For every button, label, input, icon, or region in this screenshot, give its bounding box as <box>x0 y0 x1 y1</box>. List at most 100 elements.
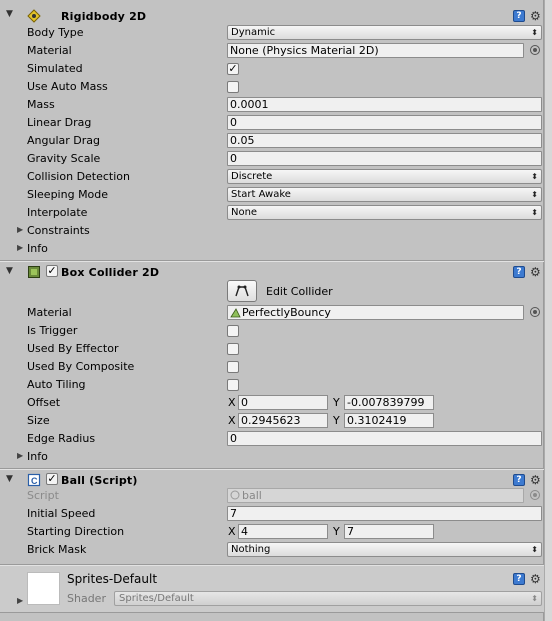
foldout-arrow-icon[interactable]: ▶ <box>17 243 23 253</box>
dropdown-arrow-icon: ⬍ <box>531 594 538 603</box>
edge-radius-field[interactable]: 0 <box>227 431 542 446</box>
sleeping-mode-dropdown[interactable]: Start Awake ⬍ <box>227 187 542 202</box>
help-icon[interactable]: ? <box>513 474 525 486</box>
used-by-effector-checkbox[interactable] <box>227 343 239 355</box>
collision-detection-row: Collision Detection Discrete ⬍ <box>0 168 544 186</box>
material-label: Material <box>27 306 72 319</box>
material-preview-thumbnail <box>27 572 60 605</box>
offset-x-field[interactable]: 0 <box>238 395 328 410</box>
linear-drag-row: Linear Drag 0 <box>0 114 544 132</box>
enabled-checkbox[interactable]: ✓ <box>46 473 58 485</box>
size-x-field[interactable]: 0.2945623 <box>238 413 328 428</box>
help-icon[interactable]: ? <box>513 266 525 278</box>
rigidbody2d-header[interactable]: ▼ Rigidbody 2D ? ⚙ <box>0 6 544 26</box>
brick-mask-dropdown[interactable]: Nothing ⬍ <box>227 542 542 557</box>
interpolate-value: None <box>231 207 258 218</box>
gear-icon[interactable]: ⚙ <box>530 573 541 585</box>
enabled-checkbox[interactable]: ✓ <box>46 265 58 277</box>
dropdown-arrow-icon: ⬍ <box>531 545 538 554</box>
box-collider-icon <box>28 266 40 278</box>
info-label: Info <box>27 242 48 255</box>
initial-speed-field[interactable]: 7 <box>227 506 542 521</box>
foldout-arrow-icon[interactable]: ▶ <box>17 451 23 461</box>
offset-row: Offset X 0 Y -0.007839799 <box>0 394 544 412</box>
edge-radius-label: Edge Radius <box>27 432 96 445</box>
constraints-foldout[interactable]: ▶ Constraints <box>0 222 544 240</box>
simulated-label: Simulated <box>27 62 83 75</box>
brick-mask-label: Brick Mask <box>27 543 87 556</box>
foldout-arrow-icon[interactable]: ▶ <box>17 225 23 235</box>
sleeping-mode-label: Sleeping Mode <box>27 188 109 201</box>
collision-detection-dropdown[interactable]: Discrete ⬍ <box>227 169 542 184</box>
used-by-effector-label: Used By Effector <box>27 342 119 355</box>
collider-info-foldout[interactable]: ▶ Info <box>0 448 544 466</box>
body-type-dropdown[interactable]: Dynamic ⬍ <box>227 25 542 40</box>
foldout-arrow-icon[interactable]: ▶ <box>17 596 23 606</box>
info-label: Info <box>27 450 48 463</box>
material-field[interactable]: None (Physics Material 2D) <box>227 43 524 58</box>
direction-x-field[interactable]: 4 <box>238 524 328 539</box>
gear-icon[interactable]: ⚙ <box>530 266 541 278</box>
interpolate-label: Interpolate <box>27 206 88 219</box>
interpolate-row: Interpolate None ⬍ <box>0 204 544 222</box>
mass-field[interactable]: 0.0001 <box>227 97 542 112</box>
sleeping-mode-row: Sleeping Mode Start Awake ⬍ <box>0 186 544 204</box>
edge-radius-row: Edge Radius 0 <box>0 430 544 448</box>
gravity-scale-field[interactable]: 0 <box>227 151 542 166</box>
starting-direction-label: Starting Direction <box>27 525 125 538</box>
component-title: Ball (Script) <box>61 474 138 487</box>
collider-material-field[interactable]: PerfectlyBouncy <box>227 305 524 320</box>
size-y-field[interactable]: 0.3102419 <box>344 413 434 428</box>
is-trigger-label: Is Trigger <box>27 324 78 337</box>
foldout-arrow-icon[interactable]: ▼ <box>6 9 13 19</box>
boxcollider2d-header[interactable]: ▼ ✓ Box Collider 2D ? ⚙ <box>0 262 544 282</box>
object-picker-icon[interactable] <box>530 45 540 55</box>
material-title: Sprites-Default <box>67 572 158 586</box>
angular-drag-field[interactable]: 0.05 <box>227 133 542 148</box>
mass-row: Mass 0.0001 <box>0 96 544 114</box>
foldout-arrow-icon[interactable]: ▼ <box>6 266 13 276</box>
foldout-arrow-icon[interactable]: ▼ <box>6 474 13 484</box>
object-picker-icon[interactable] <box>530 307 540 317</box>
body-type-row: Body Type Dynamic ⬍ <box>0 24 544 42</box>
simulated-checkbox[interactable]: ✓ <box>227 63 239 75</box>
collision-detection-value: Discrete <box>231 171 273 182</box>
direction-y-field[interactable]: 7 <box>344 524 434 539</box>
gear-icon[interactable]: ⚙ <box>530 10 541 22</box>
object-picker-icon <box>530 490 540 500</box>
collider-material-row: Material PerfectlyBouncy <box>0 304 544 322</box>
y-label: Y <box>333 525 340 538</box>
collision-detection-label: Collision Detection <box>27 170 131 183</box>
size-label: Size <box>27 414 50 427</box>
used-by-composite-checkbox[interactable] <box>227 361 239 373</box>
auto-tiling-checkbox[interactable] <box>227 379 239 391</box>
component-title: Rigidbody 2D <box>61 10 147 23</box>
mass-label: Mass <box>27 98 55 111</box>
use-auto-mass-checkbox[interactable] <box>227 81 239 93</box>
shader-dropdown[interactable]: Sprites/Default ⬍ <box>114 591 542 606</box>
is-trigger-checkbox[interactable] <box>227 325 239 337</box>
inspector-scrollbar[interactable] <box>544 0 552 621</box>
is-trigger-row: Is Trigger <box>0 322 544 340</box>
inspector-panel: ▼ Rigidbody 2D ? ⚙ Body Type Dynamic ⬍ Ma… <box>0 0 544 621</box>
body-type-value: Dynamic <box>231 27 276 38</box>
gravity-scale-label: Gravity Scale <box>27 152 101 165</box>
info-foldout[interactable]: ▶ Info <box>0 240 544 258</box>
used-by-effector-row: Used By Effector <box>0 340 544 358</box>
interpolate-dropdown[interactable]: None ⬍ <box>227 205 542 220</box>
use-auto-mass-label: Use Auto Mass <box>27 80 108 93</box>
y-label: Y <box>333 396 340 409</box>
x-label: X <box>228 396 236 409</box>
help-icon[interactable]: ? <box>513 573 525 585</box>
size-row: Size X 0.2945623 Y 0.3102419 <box>0 412 544 430</box>
sleeping-mode-value: Start Awake <box>231 189 291 200</box>
material-label: Material <box>27 44 72 57</box>
gear-icon[interactable]: ⚙ <box>530 474 541 486</box>
edit-collider-label: Edit Collider <box>266 285 333 298</box>
shader-label: Shader <box>67 592 106 605</box>
offset-y-field[interactable]: -0.007839799 <box>344 395 434 410</box>
linear-drag-field[interactable]: 0 <box>227 115 542 130</box>
dropdown-arrow-icon: ⬍ <box>531 172 538 181</box>
help-icon[interactable]: ? <box>513 10 525 22</box>
edit-collider-button[interactable] <box>227 280 257 302</box>
